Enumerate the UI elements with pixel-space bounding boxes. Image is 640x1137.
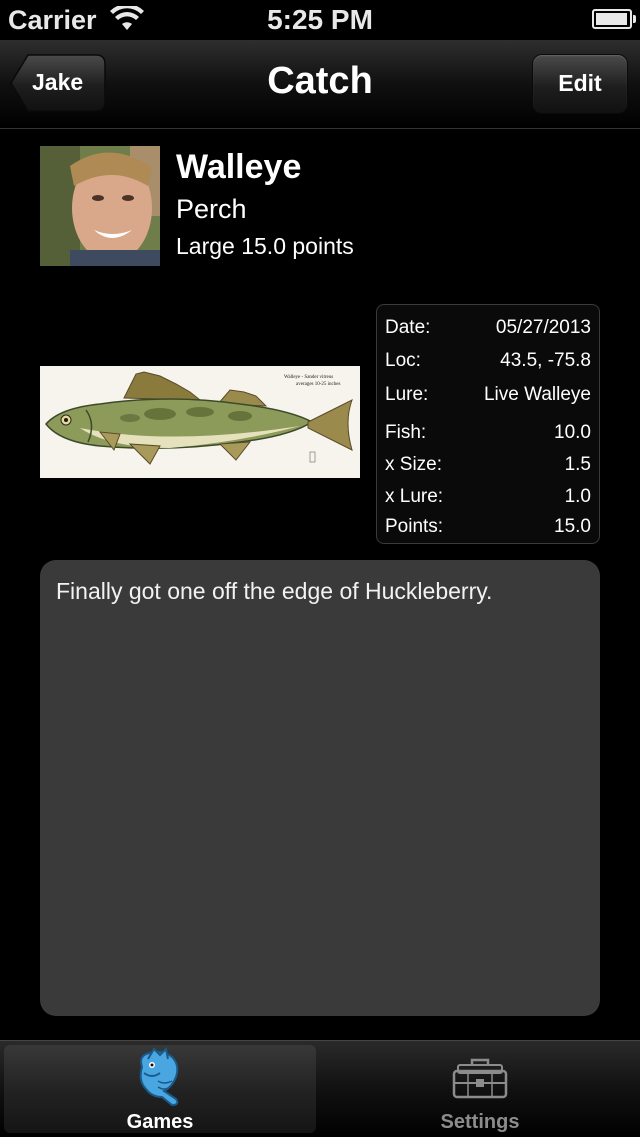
- stat-label: x Size:: [385, 454, 443, 475]
- tab-bar: Games Settings: [0, 1040, 640, 1137]
- stat-label: Loc:: [385, 350, 421, 371]
- angler-avatar: [40, 146, 160, 266]
- tab-settings[interactable]: Settings: [324, 1045, 636, 1133]
- stat-label: Lure:: [385, 384, 429, 405]
- stat-row-lure: Lure: Live Walleye: [385, 384, 591, 410]
- edit-button-label: Edit: [558, 70, 602, 96]
- catch-notes-text: Finally got one off the edge of Hucklebe…: [56, 578, 493, 604]
- fish-icon: [132, 1046, 188, 1112]
- tab-games-label: Games: [126, 1111, 194, 1133]
- tackle-box-icon: [450, 1057, 510, 1106]
- stat-row-points: Points: 15.0: [385, 516, 591, 542]
- stat-label: Date:: [385, 317, 431, 338]
- stat-label: Points:: [385, 516, 444, 537]
- stat-row-date: Date: 05/27/2013: [385, 317, 591, 343]
- stat-value: 1.5: [564, 454, 591, 475]
- stat-value: 43.5, -75.8: [500, 350, 591, 371]
- stat-label: x Lure:: [385, 486, 444, 507]
- stat-row-size-multiplier: x Size: 1.5: [385, 454, 591, 480]
- size-points: Large 15.0 points: [176, 233, 354, 259]
- battery-icon: [592, 9, 636, 29]
- clock: 5:25 PM: [267, 4, 373, 35]
- stat-row-lure-multiplier: x Lure: 1.0: [385, 486, 591, 512]
- status-bar: Carrier 5:25 PM: [0, 0, 640, 40]
- stat-value: 1.0: [564, 486, 591, 507]
- stat-value: Live Walleye: [483, 384, 591, 405]
- species-name: Walleye: [176, 148, 302, 186]
- catch-stats-panel: Date: 05/27/2013 Loc: 43.5, -75.8 Lure: …: [376, 304, 600, 544]
- fish-caption-sub: averages 10-25 inches: [296, 382, 340, 387]
- stat-row-location: Loc: 43.5, -75.8: [385, 350, 591, 376]
- stat-value: 05/27/2013: [495, 317, 591, 338]
- stat-label: Fish:: [385, 422, 427, 443]
- tab-games[interactable]: Games: [4, 1045, 316, 1133]
- edit-button[interactable]: Edit: [532, 54, 628, 114]
- stat-value: 10.0: [554, 422, 591, 443]
- stat-value: 15.0: [554, 516, 591, 537]
- fish-illustration: Walleye - Sander vitreus averages 10-25 …: [40, 366, 360, 478]
- catch-notes[interactable]: Finally got one off the edge of Hucklebe…: [40, 560, 600, 1016]
- navigation-bar: Jake Catch Edit: [0, 40, 640, 129]
- tab-settings-label: Settings: [440, 1111, 520, 1133]
- fish-caption-title: Walleye - Sander vitreus: [284, 375, 333, 380]
- stat-row-fish: Fish: 10.0: [385, 422, 591, 448]
- species-family: Perch: [176, 194, 247, 224]
